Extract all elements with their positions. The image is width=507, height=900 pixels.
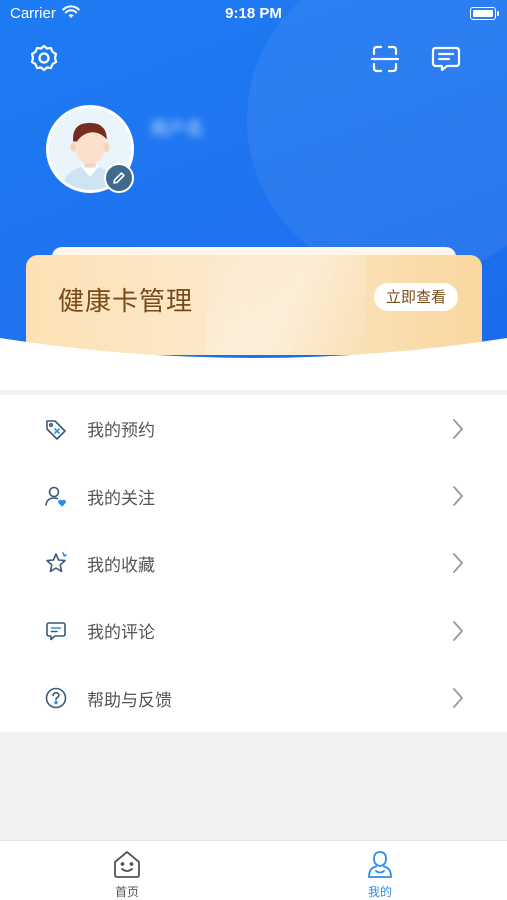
username: 用户名 xyxy=(150,119,204,140)
header-glow xyxy=(247,0,507,280)
message-icon[interactable] xyxy=(430,43,462,75)
menu-item-label: 我的评论 xyxy=(87,623,155,644)
chevron-right-icon xyxy=(453,553,464,574)
tab-bar: 首页 我的 xyxy=(0,840,507,900)
follow-user-icon xyxy=(44,484,68,508)
tab-label: 我的 xyxy=(367,885,392,899)
menu-item-label: 我的关注 xyxy=(87,488,155,509)
tab-home[interactable]: 首页 xyxy=(67,841,187,900)
status-bar: Carrier 9:18 PM xyxy=(0,0,507,30)
menu-item-comments[interactable]: 我的评论 xyxy=(0,597,507,664)
pencil-icon xyxy=(113,172,125,184)
health-card-title: 健康卡管理 xyxy=(58,287,194,317)
tab-profile[interactable]: 我的 xyxy=(320,841,440,900)
chevron-right-icon xyxy=(453,418,464,439)
menu-item-favorites[interactable]: 我的收藏 xyxy=(0,530,507,597)
tab-label: 首页 xyxy=(114,885,139,899)
edit-profile-button[interactable] xyxy=(104,163,134,193)
comment-icon xyxy=(44,619,68,643)
status-time: 9:18 PM xyxy=(225,5,282,22)
menu-item-label: 我的收藏 xyxy=(87,555,155,576)
chevron-right-icon xyxy=(453,486,464,506)
home-icon xyxy=(114,851,140,878)
menu-list: 我的预约 我的关注 我的收藏 我的评论 帮助与反馈 xyxy=(0,395,507,732)
menu-item-label: 我的预约 xyxy=(87,421,155,442)
chevron-right-icon xyxy=(453,620,464,641)
menu-item-follows[interactable]: 我的关注 xyxy=(0,462,507,529)
header-curve xyxy=(0,338,507,390)
menu-item-appointments[interactable]: 我的预约 xyxy=(0,395,507,462)
battery-icon xyxy=(470,7,499,20)
star-icon xyxy=(44,551,68,575)
chevron-right-icon xyxy=(453,688,464,709)
profile-icon xyxy=(368,851,392,878)
appointment-tag-icon xyxy=(44,417,68,441)
view-now-button[interactable]: 立即查看 xyxy=(373,283,458,311)
menu-item-label: 帮助与反馈 xyxy=(87,690,172,711)
settings-gear-icon[interactable] xyxy=(28,43,60,75)
menu-item-help-feedback[interactable]: 帮助与反馈 xyxy=(0,665,507,732)
help-icon xyxy=(44,686,68,710)
scan-icon[interactable] xyxy=(369,43,401,75)
